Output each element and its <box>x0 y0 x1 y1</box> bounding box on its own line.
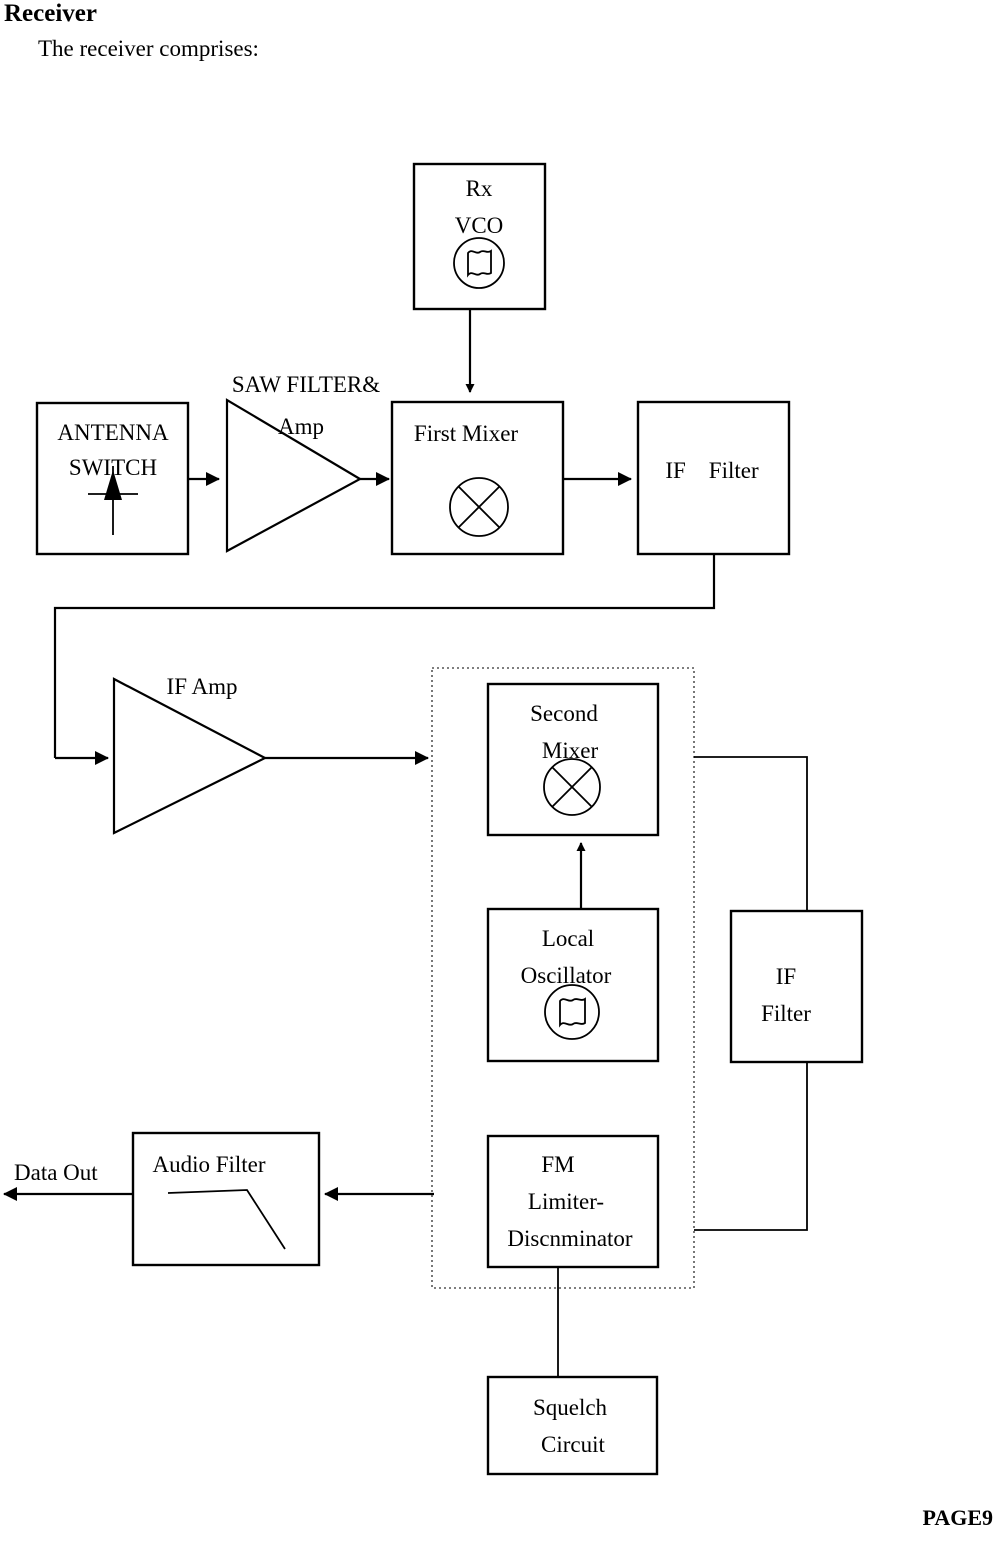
block-if-filter-right: IF Filter <box>729 909 864 1064</box>
first-mixer-label: First Mixer <box>414 421 518 446</box>
second-mixer-label-line1: Second <box>530 701 598 726</box>
if-filter-top-label: IF Filter <box>665 458 759 483</box>
rx-vco-label-line1: Rx <box>466 176 493 201</box>
if-amp-triangle-icon <box>112 677 268 835</box>
squelch-circuit-label-line2: Circuit <box>541 1432 605 1457</box>
block-first-mixer: First Mixer <box>390 400 565 556</box>
fm-limiter-label-line1: FM <box>541 1152 574 1177</box>
block-fm-limiter-discriminator: FM Limiter- Discnminator <box>486 1134 660 1269</box>
local-oscillator-label-line1: Local <box>542 926 594 951</box>
fm-limiter-label-line2: Limiter- <box>528 1189 604 1214</box>
squelch-circuit-label-line1: Squelch <box>533 1395 608 1420</box>
audio-filter-label: Audio Filter <box>152 1152 265 1177</box>
block-rx-vco: Rx VCO <box>412 162 547 311</box>
data-out-label: Data Out <box>14 1160 98 1185</box>
receiver-block-diagram-page: Receiver The receiver comprises: PAGE9 R… <box>0 0 1005 1557</box>
antenna-switch-label-line1: ANTENNA <box>57 420 169 445</box>
block-squelch-circuit: Squelch Circuit <box>486 1375 659 1476</box>
block-antenna-switch: ANTENNA SWITCH <box>35 401 190 556</box>
block-saw-filter-amp: SAW FILTER& Amp <box>225 372 380 553</box>
wire-if-filter-right-to-fm-limiter <box>694 1062 808 1231</box>
block-diagram-svg: Rx VCO ANTENNA SWITCH SAW FILTER& Amp Fi… <box>3 162 864 1476</box>
if-amp-label: IF Amp <box>167 674 238 699</box>
block-if-amp: IF Amp <box>112 674 268 835</box>
block-local-oscillator: Local Oscillator <box>486 907 660 1063</box>
saw-filter-label-line2: Amp <box>278 414 324 439</box>
squelch-circuit-box <box>486 1375 659 1476</box>
wire-second-mixer-to-if-filter-right <box>694 756 808 911</box>
if-filter-right-label-line2: Filter <box>761 1001 811 1026</box>
rx-vco-label-line2: VCO <box>455 213 504 238</box>
block-if-filter-top: IF Filter <box>636 400 791 556</box>
fm-limiter-label-line3: Discnminator <box>507 1226 633 1251</box>
block-second-mixer: Second Mixer <box>486 682 660 837</box>
local-oscillator-label-line2: Oscillator <box>521 963 612 988</box>
block-audio-filter: Audio Filter <box>131 1131 321 1267</box>
saw-filter-label-line1: SAW FILTER& <box>232 372 380 397</box>
if-filter-right-label-line1: IF <box>776 964 796 989</box>
if-filter-right-box <box>729 909 864 1064</box>
